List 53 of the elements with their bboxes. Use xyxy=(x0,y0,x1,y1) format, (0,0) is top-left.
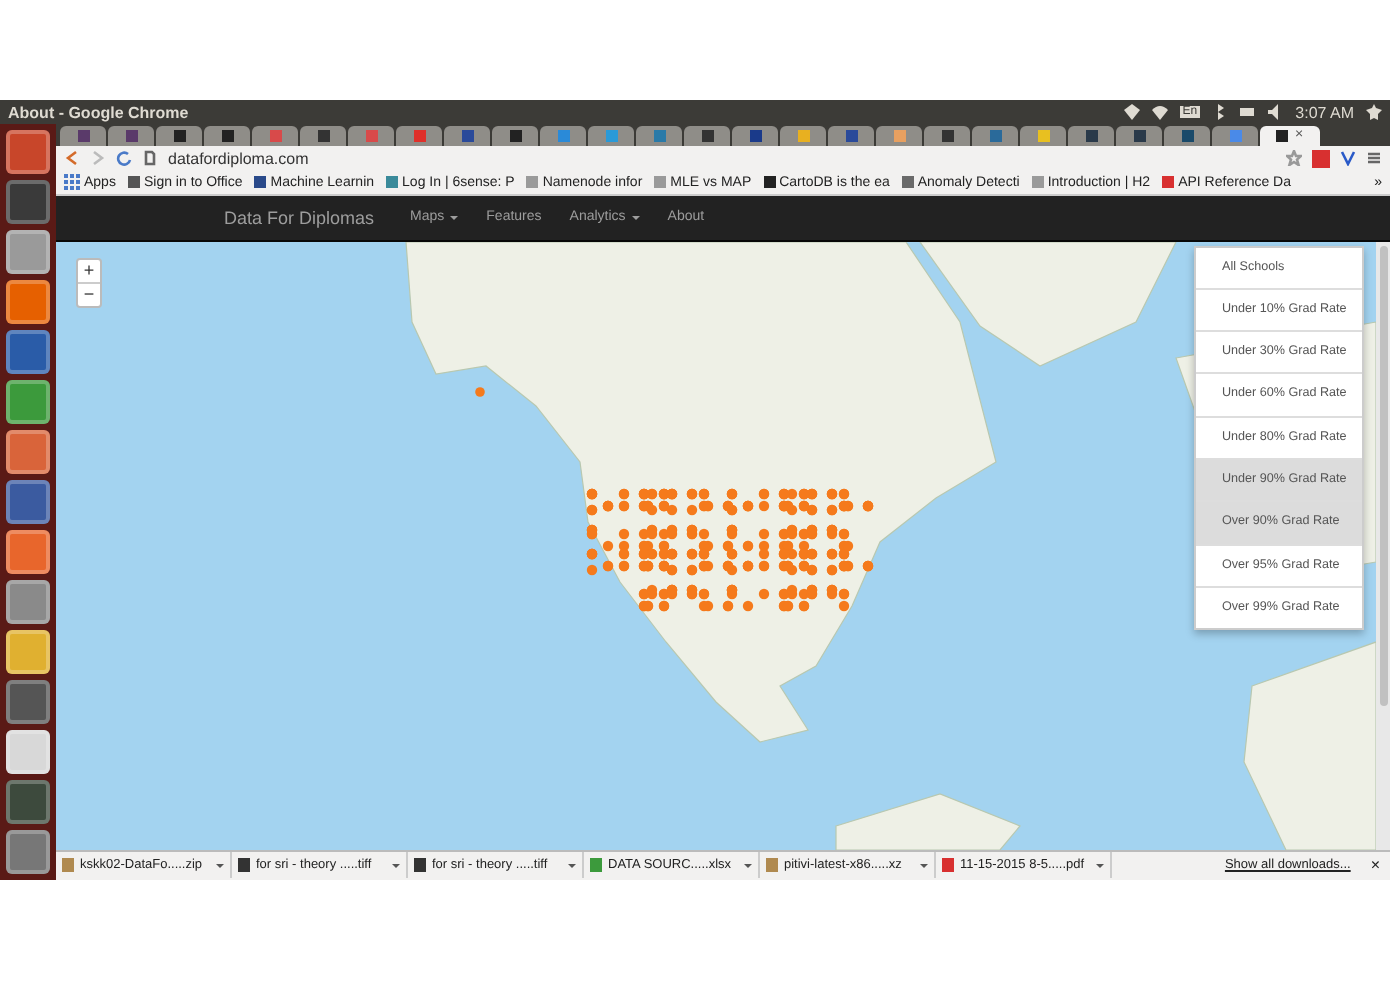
browser-tab[interactable] xyxy=(204,125,250,146)
caret-icon[interactable] xyxy=(568,863,576,868)
browser-tab[interactable] xyxy=(348,125,394,146)
browser-tab[interactable] xyxy=(732,125,778,146)
volume-icon[interactable] xyxy=(1267,104,1284,120)
bookmark-star-icon[interactable] xyxy=(1286,150,1302,167)
zoom-out-button[interactable]: − xyxy=(78,281,100,306)
browser-tab[interactable] xyxy=(540,125,586,146)
caret-icon[interactable] xyxy=(392,863,400,868)
menu-icon[interactable] xyxy=(1366,150,1382,167)
browser-tab[interactable] xyxy=(924,125,970,146)
extension-icon[interactable] xyxy=(1312,149,1330,168)
browser-tab[interactable] xyxy=(636,125,682,146)
zoom-in-button[interactable]: + xyxy=(78,259,100,282)
app-launcher-icon[interactable] xyxy=(6,180,50,224)
browser-tab[interactable] xyxy=(1116,125,1162,146)
app-launcher-icon[interactable] xyxy=(6,780,50,824)
close-downloads-button[interactable]: × xyxy=(1370,856,1380,875)
browser-tab[interactable] xyxy=(492,125,538,146)
caret-icon[interactable] xyxy=(744,863,752,868)
reload-icon[interactable] xyxy=(116,150,132,167)
browser-tab[interactable] xyxy=(396,125,442,146)
site-brand[interactable]: Data For Diplomas xyxy=(224,207,375,228)
browser-tab[interactable] xyxy=(60,125,106,146)
network-icon[interactable] xyxy=(1124,104,1141,120)
apps-grid-icon xyxy=(64,174,80,191)
browser-tab[interactable] xyxy=(108,125,154,146)
app-launcher-icon[interactable] xyxy=(6,680,50,724)
browser-tab[interactable] xyxy=(828,125,874,146)
wifi-icon[interactable] xyxy=(1152,104,1169,120)
browser-tab[interactable] xyxy=(1068,125,1114,146)
window-title: About - Google Chrome xyxy=(8,103,191,121)
browser-tab[interactable] xyxy=(1020,125,1066,146)
browser-tab[interactable] xyxy=(972,125,1018,146)
browser-tab[interactable] xyxy=(156,125,202,146)
browser-tab[interactable] xyxy=(780,125,826,146)
browser-tab[interactable] xyxy=(588,125,634,146)
browser-tab[interactable] xyxy=(1212,125,1258,146)
browser-tab[interactable] xyxy=(876,125,922,146)
caret-icon[interactable] xyxy=(216,863,224,868)
battery-icon[interactable] xyxy=(1239,104,1256,120)
v-logo-icon[interactable] xyxy=(1340,150,1356,167)
browser-tab[interactable] xyxy=(684,125,730,146)
browser-tab[interactable] xyxy=(252,125,298,146)
browser-tab[interactable] xyxy=(300,125,346,146)
page-icon[interactable] xyxy=(142,150,158,167)
caret-icon[interactable] xyxy=(1096,863,1104,868)
browser-tab[interactable] xyxy=(444,125,490,146)
map-drawing[interactable] xyxy=(56,241,1376,850)
browser-tab[interactable] xyxy=(1164,125,1210,146)
app-launcher-icon[interactable] xyxy=(6,480,50,524)
clock[interactable]: 3:07 AM xyxy=(1295,103,1354,121)
caret-icon[interactable] xyxy=(920,863,928,868)
